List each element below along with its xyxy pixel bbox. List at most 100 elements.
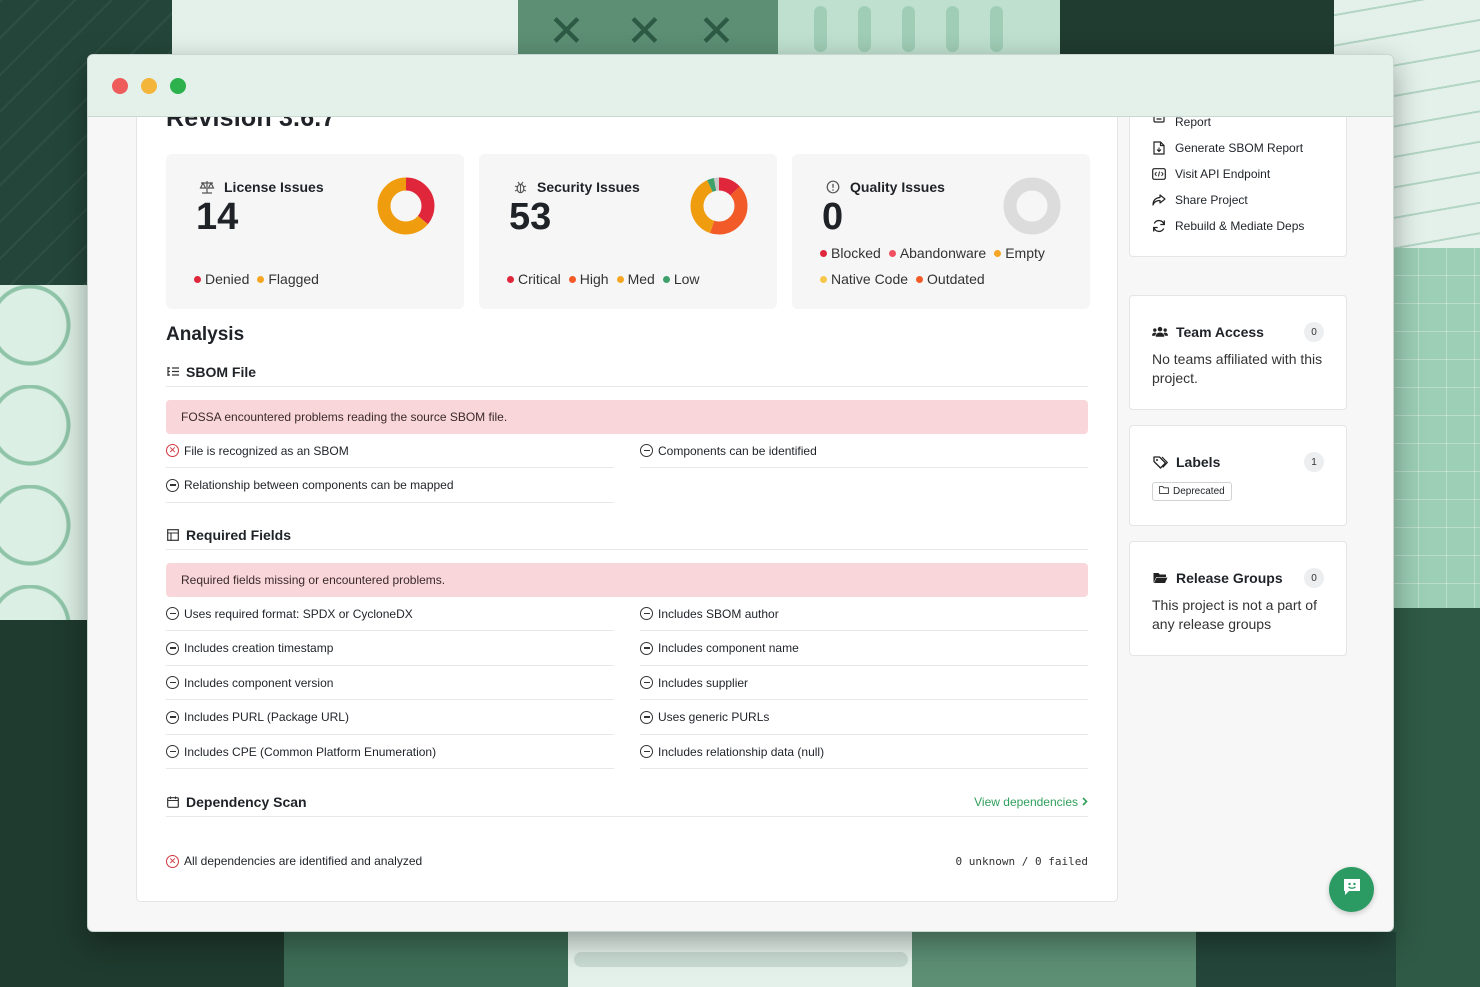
visit-api-endpoint-label: Visit API Endpoint	[1175, 167, 1271, 181]
rebuild-mediate-deps-action[interactable]: Rebuild & Mediate Deps	[1152, 219, 1304, 233]
sbom-file-heading: SBOM File	[186, 363, 257, 380]
window-content: Revision 3.6.7 License Issues 14 Denied F…	[88, 107, 1393, 931]
license-issues-legend: Denied Flagged	[194, 271, 319, 287]
required-fields-heading: Required Fields	[186, 526, 292, 543]
check-row: Includes SBOM author	[640, 597, 1088, 631]
team-access-count-badge: 0	[1304, 322, 1324, 342]
legend-bullet-icon	[194, 275, 201, 283]
deprecated-label-tag[interactable]: Deprecated	[1152, 482, 1232, 501]
project-main-panel: Revision 3.6.7 License Issues 14 Denied F…	[136, 107, 1118, 902]
check-row: Includes creation timestamp	[166, 632, 614, 666]
neutral-status-icon	[640, 607, 653, 620]
release-groups-body: This project is not a part of any releas…	[1152, 597, 1317, 632]
deprecated-label-text: Deprecated	[1173, 486, 1225, 497]
legend-item: Empty	[994, 245, 1045, 261]
legend-bullet-icon	[888, 249, 896, 257]
license-issues-count: 14	[196, 196, 239, 238]
alert-circle-icon	[824, 178, 842, 196]
fail-status-icon: ✕	[166, 854, 179, 868]
neutral-status-icon	[166, 478, 179, 492]
visit-api-endpoint-action[interactable]: Visit API Endpoint	[1152, 167, 1270, 181]
share-project-action[interactable]: Share Project	[1152, 193, 1248, 207]
quality-issues-count: 0	[822, 196, 844, 238]
sbom-file-alert: FOSSA encountered problems reading the s…	[166, 400, 1088, 434]
support-chat-button[interactable]	[1329, 867, 1374, 912]
legend-label: Native Code	[831, 271, 909, 287]
legend-item: Outdated	[916, 271, 985, 287]
folder-open-icon	[1152, 572, 1168, 584]
legend-label: Critical	[518, 271, 561, 287]
team-access-title: Team Access	[1176, 324, 1264, 340]
report-action[interactable]: Report	[1152, 115, 1211, 129]
check-row: Includes component name	[640, 632, 1088, 666]
legend-bullet-icon	[616, 275, 624, 283]
legend-item: Denied	[194, 271, 249, 287]
legend-label: High	[579, 271, 609, 287]
bg-tile	[1196, 932, 1396, 987]
security-issues-count: 53	[509, 196, 552, 238]
close-window-button[interactable]	[112, 77, 128, 94]
bg-tile	[0, 285, 90, 620]
quality-issues-card[interactable]: Quality Issues 0 Blocked Abandonware Empty…	[792, 154, 1090, 309]
check-label: Includes component name	[658, 641, 799, 655]
table-icon	[166, 528, 180, 541]
quality-issues-legend: Blocked Abandonware Empty	[820, 245, 1045, 261]
legend-item: Blocked	[820, 245, 881, 261]
team-access-body: No teams affiliated with this project.	[1152, 351, 1323, 386]
legend-label: Blocked	[831, 245, 881, 261]
legend-bullet-icon	[507, 275, 514, 283]
legend-bullet-icon	[916, 275, 924, 283]
window-titlebar	[88, 55, 1393, 117]
view-dependencies-link[interactable]: View dependencies	[974, 795, 1088, 809]
required-fields-section-header: Required Fields	[166, 520, 1088, 550]
quality-issues-header: Quality Issues	[824, 178, 945, 196]
neutral-status-icon	[166, 607, 179, 620]
license-issues-card[interactable]: License Issues 14 Denied Flagged	[166, 154, 464, 309]
security-issues-header: Security Issues	[511, 178, 640, 196]
quality-donut-segment	[1003, 177, 1061, 235]
generate-sbom-report-action[interactable]: Generate SBOM Report	[1152, 141, 1303, 155]
bg-tile	[284, 932, 568, 987]
legend-item: Flagged	[257, 271, 319, 287]
legend-label: Low	[673, 271, 700, 287]
check-label: Relationship between components can be m…	[184, 478, 454, 492]
neutral-status-icon	[640, 710, 653, 724]
minimize-window-button[interactable]	[141, 77, 157, 94]
labels-count-badge: 1	[1304, 452, 1324, 472]
check-label: Includes CPE (Common Platform Enumeratio…	[184, 744, 437, 759]
bg-tile: ✕ ✕ ✕	[518, 0, 778, 60]
legend-item: Abandonware	[888, 245, 986, 261]
check-row: Includes relationship data (null)	[640, 735, 1088, 769]
legend-item: Low	[662, 271, 700, 287]
check-row: Uses required format: SPDX or CycloneDX	[166, 597, 614, 631]
check-label: Includes supplier	[658, 675, 749, 690]
labels-panel: Labels 1 Deprecated	[1129, 425, 1347, 526]
bg-tile	[1390, 608, 1480, 987]
license-issues-header: License Issues	[198, 178, 324, 196]
check-row: Includes supplier	[640, 666, 1088, 700]
list-icon	[166, 366, 180, 377]
release-groups-panel: Release Groups 0 This project is not a p…	[1129, 541, 1347, 656]
rebuild-mediate-deps-label: Rebuild & Mediate Deps	[1175, 219, 1305, 233]
dependency-scan-stats: 0 unknown / 0 failed	[955, 854, 1088, 868]
app-window: Revision 3.6.7 License Issues 14 Denied F…	[87, 54, 1394, 932]
check-label: Includes SBOM author	[658, 606, 779, 621]
license-issues-donut	[377, 177, 435, 235]
sbom-file-section-header: SBOM File	[166, 357, 1088, 387]
view-dependencies-label: View dependencies	[974, 794, 1078, 809]
quality-issues-donut	[1003, 177, 1061, 235]
legend-bullet-icon	[820, 249, 827, 257]
neutral-status-icon	[166, 641, 179, 655]
legend-bullet-icon	[257, 275, 265, 283]
security-issues-card[interactable]: Security Issues 53 Critical High Med Low	[479, 154, 777, 309]
bg-tile	[90, 932, 284, 987]
legend-label: Empty	[1005, 245, 1045, 261]
neutral-status-icon	[640, 641, 653, 655]
check-row: Includes CPE (Common Platform Enumeratio…	[166, 735, 614, 769]
release-groups-title: Release Groups	[1176, 570, 1283, 586]
legend-item: Native Code	[820, 271, 908, 287]
maximize-window-button[interactable]	[170, 77, 186, 94]
security-issues-label: Security Issues	[537, 179, 640, 195]
dependency-scan-heading: Dependency Scan	[186, 793, 307, 810]
bg-tile	[1060, 0, 1334, 60]
